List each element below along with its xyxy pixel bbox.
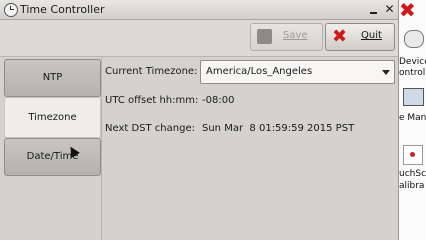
quit-x-icon: ✖ [331, 26, 348, 47]
clock-icon [4, 3, 18, 17]
utc-offset-value: -08:00 [202, 95, 235, 106]
next-dst-value: Sun Mar 8 01:59:59 2015 PST [202, 123, 355, 134]
time-controller-window: Time Controller ✕ Save ✖ Quit NTP Timezo… [0, 0, 399, 240]
quit-button[interactable]: ✖ Quit [325, 23, 395, 51]
minimize-button[interactable] [367, 2, 380, 16]
toolbar: Save ✖ Quit [0, 20, 398, 57]
utc-offset-label: UTC offset hh:mm: [105, 95, 199, 106]
window-title: Time Controller [20, 3, 105, 16]
tab-timezone[interactable]: Timezone [4, 97, 101, 138]
timezone-select-value: America/Los_Angeles [206, 66, 313, 77]
desktop-background: ✖ Device ontrol e Man uchSc alibra [399, 0, 426, 240]
tab-date-time[interactable]: Date/Time [4, 138, 101, 176]
current-timezone-label: Current Timezone: [105, 66, 198, 77]
save-button[interactable]: Save [250, 23, 323, 51]
next-dst-label: Next DST change: [105, 123, 195, 134]
close-icon[interactable]: ✖ [399, 0, 416, 22]
desktop-item-label[interactable]: Device [399, 57, 426, 67]
desktop-item-label[interactable]: alibra [399, 181, 426, 191]
save-button-label: Save [283, 30, 308, 41]
desktop-item-label[interactable]: uchSc [399, 169, 426, 179]
title-bar[interactable]: Time Controller ✕ [0, 0, 398, 20]
device-icon[interactable] [404, 30, 424, 48]
divider [101, 57, 102, 240]
monitor-icon[interactable] [403, 88, 424, 106]
chevron-down-icon [382, 70, 390, 75]
desktop-item-label[interactable]: e Man [399, 113, 426, 123]
tab-ntp[interactable]: NTP [4, 59, 101, 97]
save-icon [257, 29, 272, 44]
touchscreen-icon[interactable] [403, 145, 423, 165]
quit-button-label: Quit [361, 30, 382, 41]
desktop-item-label[interactable]: ontrol [399, 68, 426, 78]
timezone-select[interactable]: America/Los_Angeles [200, 60, 395, 84]
close-button[interactable]: ✕ [383, 2, 396, 16]
